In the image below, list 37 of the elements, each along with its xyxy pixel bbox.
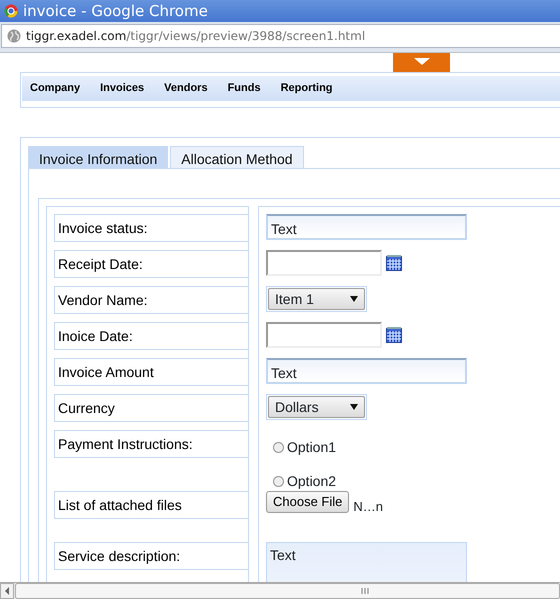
- text-area[interactable]: Text: [266, 542, 467, 582]
- text-field[interactable]: Text: [266, 358, 467, 384]
- menu-item[interactable]: Funds: [228, 80, 281, 97]
- field-label: Service description:: [54, 542, 248, 570]
- caret-icon: [414, 58, 430, 65]
- field-label: Vendor Name:: [54, 286, 248, 314]
- menu-item[interactable]: Reporting: [280, 80, 353, 97]
- dropdown[interactable]: Item 1: [268, 288, 365, 310]
- horizontal-scrollbar[interactable]: [0, 582, 560, 599]
- choose-file-button[interactable]: Choose File: [266, 491, 350, 513]
- window-title: invoice - Google Chrome: [23, 4, 208, 18]
- address-field[interactable]: tiggr.exadel.com/tiggr/views/preview/3988/screen1.html: [1, 24, 560, 48]
- field-label: Payment Instructions:: [54, 430, 248, 458]
- radio-option[interactable]: Option1: [266, 430, 560, 464]
- field-label: Invoice status:: [54, 214, 248, 242]
- menu-item[interactable]: Invoices: [100, 80, 164, 97]
- dropdown[interactable]: Dollars: [268, 396, 365, 418]
- field-label: Invoice Amount: [54, 358, 248, 386]
- date-field[interactable]: [266, 322, 382, 348]
- file-name: N…n: [353, 498, 383, 516]
- tab[interactable]: Allocation Method: [170, 146, 304, 168]
- menu-item[interactable]: Vendors: [164, 80, 228, 97]
- dropdown-toggle[interactable]: [393, 53, 450, 72]
- field-label: Currency: [54, 394, 248, 422]
- browser-logo-icon: [4, 4, 18, 18]
- field-label: Inoice Date:: [54, 322, 248, 350]
- tab[interactable]: Invoice Information: [28, 146, 168, 168]
- caret-icon: [350, 404, 358, 410]
- calendar-icon[interactable]: [386, 327, 402, 343]
- globe-icon: [7, 29, 21, 43]
- text-field[interactable]: Text: [266, 214, 467, 240]
- field-label: Receipt Date:: [54, 250, 248, 278]
- caret-icon: [350, 296, 358, 302]
- date-field[interactable]: [266, 250, 382, 276]
- calendar-icon[interactable]: [386, 255, 402, 271]
- menu-item[interactable]: Company: [30, 80, 100, 97]
- field-label: List of attached files: [54, 491, 248, 519]
